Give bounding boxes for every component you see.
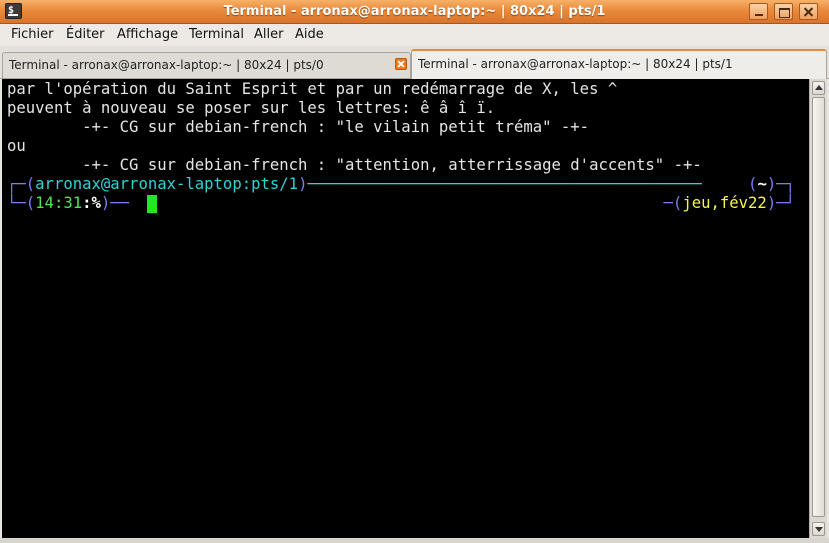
prompt-tty: pts/1: [251, 175, 299, 193]
prompt-frame: ┌─(: [7, 175, 36, 193]
prompt-colon: :: [241, 175, 252, 193]
scroll-up-icon[interactable]: [812, 81, 825, 95]
scroll-down-icon[interactable]: [812, 522, 825, 536]
prompt-user-host: arronax@arronax-laptop: [35, 175, 242, 193]
prompt-symbol: %: [91, 194, 101, 212]
terminal-line: -+- CG sur debian-french : "le vilain pe…: [7, 118, 590, 136]
vertical-scrollbar[interactable]: [809, 79, 827, 538]
prompt-frame: )─┐: [766, 175, 795, 193]
prompt-cwd-segment: (~)─┐: [748, 175, 795, 194]
tab-pts1[interactable]: Terminal - arronax@arronax-laptop:~ | 80…: [411, 49, 827, 79]
prompt-time: 14:31: [35, 194, 83, 212]
prompt-frame: )──: [100, 194, 130, 212]
tab-pts0[interactable]: Terminal - arronax@arronax-laptop:~ | 80…: [2, 52, 411, 78]
tab-bar: Terminal - arronax@arronax-laptop:~ | 80…: [0, 46, 829, 79]
maximize-icon: [779, 8, 790, 18]
title-bar[interactable]: $ Terminal - arronax@arronax-laptop:~ | …: [0, 0, 829, 24]
window-bottom-border: [0, 538, 829, 543]
menu-affichage[interactable]: Affichage: [117, 27, 178, 42]
prompt-sep: :: [82, 194, 92, 212]
menu-fichier[interactable]: Fichier: [11, 27, 54, 42]
terminal-line: -+- CG sur debian-french : "attention, a…: [7, 156, 702, 174]
prompt-frame: )─┘: [766, 194, 795, 212]
terminal-line: ou: [7, 137, 26, 155]
prompt-line-bottom: └─(14:31:%)──: [7, 194, 129, 213]
menu-bar: Fichier Éditer Affichage Terminal Aller …: [0, 24, 829, 46]
minimize-button[interactable]: [749, 3, 768, 20]
prompt-frame: ─(: [663, 194, 683, 212]
prompt-fill: ────────────────────────────────────────…: [307, 175, 702, 193]
prompt-date: jeu,fév22: [682, 194, 767, 212]
tab-close-icon[interactable]: [395, 58, 407, 70]
menu-aide[interactable]: Aide: [295, 27, 324, 42]
terminal-line: par l'opération du Saint Esprit et par u…: [7, 80, 618, 98]
window-title: Terminal - arronax@arronax-laptop:~ | 80…: [223, 4, 606, 19]
prompt-date-segment: ─(jeu,fév22)─┘: [664, 194, 795, 213]
menu-aller[interactable]: Aller: [254, 27, 283, 42]
terminal-line: peuvent à nouveau se poser sur les lettr…: [7, 99, 496, 117]
tab-label: Terminal - arronax@arronax-laptop:~ | 80…: [9, 58, 324, 72]
terminal-screen[interactable]: par l'opération du Saint Esprit et par u…: [2, 79, 809, 538]
terminal-cursor: [147, 195, 157, 213]
prompt-cwd: ~: [757, 175, 767, 193]
close-button[interactable]: [799, 3, 818, 20]
prompt-line-top: ┌─(arronax@arronax-laptop:pts/1)────────…: [7, 175, 702, 194]
prompt-frame: └─(: [7, 194, 36, 212]
scroll-thumb[interactable]: [812, 97, 825, 517]
maximize-button[interactable]: [774, 3, 793, 20]
minimize-icon: [755, 14, 763, 16]
menu-terminal[interactable]: Terminal: [189, 27, 244, 42]
menu-editer[interactable]: Éditer: [66, 27, 105, 42]
tab-label: Terminal - arronax@arronax-laptop:~ | 80…: [418, 57, 733, 71]
